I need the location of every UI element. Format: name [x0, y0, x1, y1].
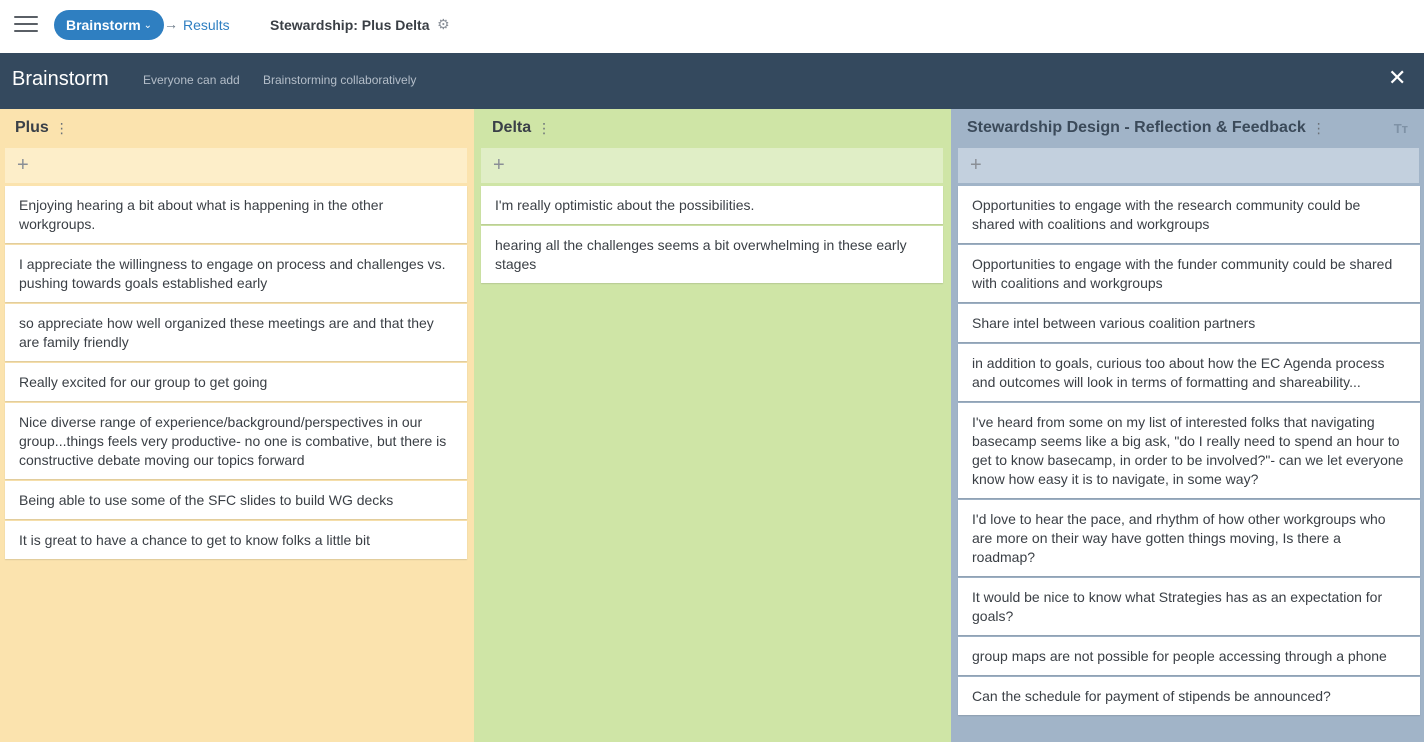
arrow-right-icon: → [164, 16, 178, 32]
mode-note: Brainstorming collaboratively [263, 73, 417, 87]
idea-card[interactable]: Can the schedule for payment of stipends… [958, 677, 1420, 715]
plus-icon: + [493, 154, 505, 176]
session-title: Stewardship: Plus Delta [270, 17, 430, 33]
chevron-down-icon: ⌄ [143, 19, 153, 31]
card-list: Enjoying hearing a bit about what is hap… [5, 186, 467, 561]
idea-card[interactable]: Really excited for our group to get goin… [5, 363, 467, 401]
idea-card[interactable]: I'm really optimistic about the possibil… [481, 186, 943, 224]
idea-card[interactable]: Enjoying hearing a bit about what is hap… [5, 186, 467, 243]
idea-card[interactable]: I'd love to hear the pace, and rhythm of… [958, 500, 1420, 576]
idea-card[interactable]: I appreciate the willingness to engage o… [5, 245, 467, 302]
card-list: Opportunities to engage with the researc… [958, 186, 1420, 717]
plus-icon: + [17, 154, 29, 176]
idea-card[interactable]: Share intel between various coalition pa… [958, 304, 1420, 342]
close-icon[interactable]: ✕ [1388, 65, 1406, 91]
column-stewardship: Stewardship Design - Reflection & Feedba… [951, 109, 1424, 742]
kebab-menu-icon[interactable]: ⋮ [1312, 120, 1326, 137]
add-idea-button[interactable]: + [481, 148, 943, 183]
idea-card[interactable]: hearing all the challenges seems a bit o… [481, 226, 943, 283]
idea-card[interactable]: group maps are not possible for people a… [958, 637, 1420, 675]
card-list: I'm really optimistic about the possibil… [481, 186, 943, 285]
permission-note: Everyone can add [143, 73, 240, 87]
column-delta: Delta ⋮ + I'm really optimistic about th… [474, 109, 951, 742]
column-header: Stewardship Design - Reflection & Feedba… [967, 119, 1326, 137]
idea-card[interactable]: in addition to goals, curious too about … [958, 344, 1420, 401]
kebab-menu-icon[interactable]: ⋮ [537, 120, 551, 137]
top-navigation-bar: Brainstorm ⌄ → Results Stewardship: Plus… [0, 0, 1424, 53]
column-title: Delta [492, 119, 532, 136]
kebab-menu-icon[interactable]: ⋮ [55, 120, 69, 137]
gear-icon[interactable]: ⚙ [437, 16, 450, 33]
hamburger-menu-icon[interactable] [14, 16, 38, 34]
column-title: Stewardship Design - Reflection & Feedba… [967, 119, 1306, 136]
column-header: Delta ⋮ [492, 119, 551, 137]
stage-dropdown-button[interactable]: Brainstorm ⌄ [54, 10, 164, 40]
add-idea-button[interactable]: + [958, 148, 1419, 183]
idea-card[interactable]: Nice diverse range of experience/backgro… [5, 403, 467, 479]
idea-card[interactable]: Opportunities to engage with the funder … [958, 245, 1420, 302]
idea-card[interactable]: Being able to use some of the SFC slides… [5, 481, 467, 519]
activity-title: Brainstorm [12, 68, 109, 90]
idea-card[interactable]: so appreciate how well organized these m… [5, 304, 467, 361]
idea-card[interactable]: Opportunities to engage with the researc… [958, 186, 1420, 243]
add-idea-button[interactable]: + [5, 148, 467, 183]
idea-card[interactable]: It would be nice to know what Strategies… [958, 578, 1420, 635]
column-plus: Plus ⋮ + Enjoying hearing a bit about wh… [0, 109, 474, 742]
idea-card[interactable]: I've heard from some on my list of inter… [958, 403, 1420, 498]
column-header: Plus ⋮ [15, 119, 69, 137]
idea-card[interactable]: It is great to have a chance to get to k… [5, 521, 467, 559]
column-title: Plus [15, 119, 49, 136]
results-link[interactable]: Results [183, 17, 230, 33]
activity-header: Brainstorm Everyone can add Brainstormin… [0, 53, 1424, 109]
stage-label: Brainstorm [65, 17, 141, 33]
text-size-icon[interactable]: Tт [1394, 121, 1408, 136]
plus-icon: + [970, 154, 982, 176]
